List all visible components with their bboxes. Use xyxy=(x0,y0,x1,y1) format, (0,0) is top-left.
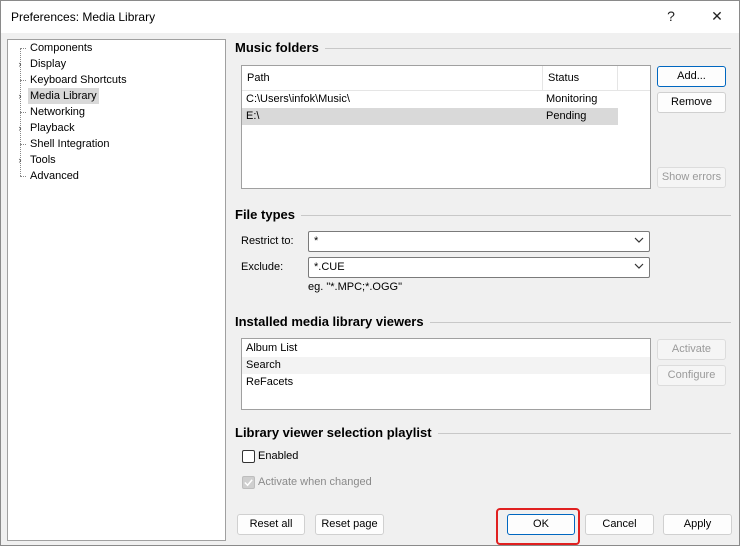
viewers-list[interactable]: Album List Search ReFacets xyxy=(241,338,651,410)
folder-path: E:\ xyxy=(246,110,260,122)
exclude-hint: eg. "*.MPC;*.OGG" xyxy=(308,281,402,293)
chevron-down-icon xyxy=(634,237,644,243)
activate-viewer-button[interactable]: Activate xyxy=(657,339,726,360)
exclude-combo[interactable]: *.CUE xyxy=(308,257,650,278)
chevron-right-icon[interactable]: › xyxy=(16,120,24,136)
list-item[interactable]: ReFacets xyxy=(242,374,650,391)
configure-viewer-button[interactable]: Configure xyxy=(657,365,726,386)
list-item[interactable]: Album List xyxy=(242,340,650,357)
enabled-label[interactable]: Enabled xyxy=(258,450,298,462)
restrict-value: * xyxy=(314,235,319,247)
table-row[interactable]: C:\Users\infok\Music\ Monitoring xyxy=(242,91,618,108)
window-title: Preferences: Media Library xyxy=(11,10,156,24)
show-errors-button[interactable]: Show errors xyxy=(657,167,726,188)
column-header-path[interactable]: Path xyxy=(242,66,543,90)
list-item[interactable]: Search xyxy=(242,357,650,374)
tree-branch xyxy=(20,112,26,113)
tree-item-label: Tools xyxy=(30,154,56,166)
exclude-value: *.CUE xyxy=(314,261,345,273)
folder-status: Pending xyxy=(546,110,587,122)
activate-when-changed-label[interactable]: Activate when changed xyxy=(258,476,372,488)
tree-branch xyxy=(20,48,26,49)
dialog-body: Components › Display Keyboard Shortcuts … xyxy=(1,33,739,545)
close-icon: ✕ xyxy=(711,7,723,24)
tree-item-components[interactable]: Components xyxy=(8,40,223,56)
tree-item-shell-integration[interactable]: Shell Integration xyxy=(8,136,223,152)
tree-item-label: Playback xyxy=(30,122,75,134)
tree-item-label: Networking xyxy=(30,106,86,118)
ok-button[interactable]: OK xyxy=(507,514,575,535)
close-button[interactable]: ✕ xyxy=(695,1,739,31)
music-folders-heading: Music folders xyxy=(235,40,325,55)
tree-item-keyboard-shortcuts[interactable]: Keyboard Shortcuts xyxy=(8,72,223,88)
reset-page-button[interactable]: Reset page xyxy=(315,514,384,535)
viewer-name: Search xyxy=(246,359,281,371)
tree-item-label: Media Library xyxy=(28,88,99,104)
activate-when-changed-checkbox[interactable] xyxy=(242,476,255,489)
viewer-name: ReFacets xyxy=(246,376,294,388)
restrict-label: Restrict to: xyxy=(241,235,294,247)
tree-item-label: Advanced xyxy=(30,170,79,182)
file-types-heading: File types xyxy=(235,207,301,222)
tree-branch xyxy=(20,176,26,177)
tree-item-label: Shell Integration xyxy=(30,138,110,150)
tree-item-label: Keyboard Shortcuts xyxy=(30,74,127,86)
tree-branch xyxy=(20,80,26,81)
add-folder-button[interactable]: Add... xyxy=(657,66,726,87)
group-divider xyxy=(235,215,731,216)
chevron-right-icon[interactable]: › xyxy=(16,56,24,72)
exclude-label: Exclude: xyxy=(241,261,284,273)
folder-path: C:\Users\infok\Music\ xyxy=(246,93,350,105)
list-header: Path Status xyxy=(242,66,650,91)
tree-branch xyxy=(20,144,26,145)
preferences-window: Preferences: Media Library ? ✕ Component… xyxy=(0,0,740,546)
tree-item-tools[interactable]: › Tools xyxy=(8,152,223,168)
table-row[interactable]: E:\ Pending xyxy=(242,108,618,125)
tree-item-media-library[interactable]: › Media Library xyxy=(8,88,223,104)
tree-item-advanced[interactable]: Advanced xyxy=(8,168,223,184)
chevron-down-icon xyxy=(634,263,644,269)
tree-item-networking[interactable]: Networking xyxy=(8,104,223,120)
reset-all-button[interactable]: Reset all xyxy=(237,514,305,535)
title-bar: Preferences: Media Library ? ✕ xyxy=(1,1,739,33)
apply-button[interactable]: Apply xyxy=(663,514,732,535)
help-icon: ? xyxy=(667,8,675,24)
column-header-status[interactable]: Status xyxy=(543,66,618,90)
tree-item-label: Components xyxy=(30,42,93,54)
chevron-right-icon[interactable]: › xyxy=(16,88,24,104)
chevron-right-icon[interactable]: › xyxy=(16,152,24,168)
preferences-tree[interactable]: Components › Display Keyboard Shortcuts … xyxy=(7,39,226,541)
tree-item-label: Display xyxy=(30,58,67,70)
help-button[interactable]: ? xyxy=(649,1,693,31)
enabled-checkbox[interactable] xyxy=(242,450,255,463)
tree-item-playback[interactable]: › Playback xyxy=(8,120,223,136)
folder-status: Monitoring xyxy=(546,93,598,105)
restrict-combo[interactable]: * xyxy=(308,231,650,252)
cancel-button[interactable]: Cancel xyxy=(585,514,654,535)
viewer-name: Album List xyxy=(246,342,298,354)
music-folders-list[interactable]: Path Status C:\Users\infok\Music\ Monito… xyxy=(241,65,651,189)
tree-item-display[interactable]: › Display xyxy=(8,56,223,72)
playlist-heading: Library viewer selection playlist xyxy=(235,425,438,440)
viewers-heading: Installed media library viewers xyxy=(235,314,430,329)
remove-folder-button[interactable]: Remove xyxy=(657,92,726,113)
checkmark-icon xyxy=(244,479,253,487)
